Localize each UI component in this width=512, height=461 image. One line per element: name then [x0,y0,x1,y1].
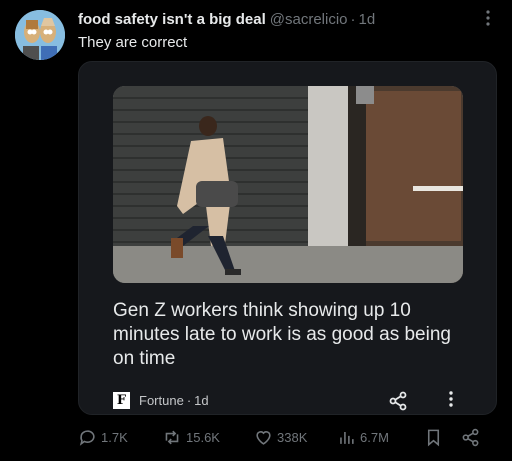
card-source[interactable]: F Fortune · 1d [113,392,209,409]
share-icon[interactable] [388,391,408,411]
share-icon [462,428,479,447]
like-button[interactable]: 338K [254,428,307,447]
more-options-icon[interactable] [480,10,496,30]
heart-icon [256,431,271,445]
action-bar: 1.7K 15.6K 338K 6.7M [78,428,508,450]
source-time: 1d [194,393,209,408]
card-title[interactable]: Gen Z workers think showing up 10 minute… [113,299,473,371]
separator-dot: · [350,11,356,28]
card-image[interactable] [113,86,463,283]
avatar[interactable] [15,10,65,60]
tweet-header: food safety isn't a big deal @sacrelicio… [78,11,498,29]
timestamp[interactable]: 1d [359,11,376,29]
tweet-text: They are correct [78,34,188,51]
source-separator: · [186,393,192,408]
bar-chart-icon [340,431,354,444]
reply-button[interactable]: 1.7K [78,428,128,447]
like-count: 338K [277,430,308,445]
display-name[interactable]: food safety isn't a big deal [78,11,266,29]
repost-icon [165,430,179,445]
repost-button[interactable]: 15.6K [162,428,220,447]
fortune-logo-icon: F [113,392,130,409]
repost-count: 15.6K [186,430,220,445]
reply-count: 1.7K [101,430,128,445]
bookmark-button[interactable] [424,428,447,447]
card-more-icon[interactable] [446,391,456,411]
user-handle[interactable]: @sacrelicio [270,11,348,29]
reply-icon [79,430,95,446]
view-count: 6.7M [360,430,389,445]
share-tweet-button[interactable] [461,428,484,447]
link-card[interactable]: Gen Z workers think showing up 10 minute… [78,61,497,415]
bookmark-icon [427,429,440,447]
views-button[interactable]: 6.7M [337,428,389,447]
source-name: Fortune [139,393,184,408]
